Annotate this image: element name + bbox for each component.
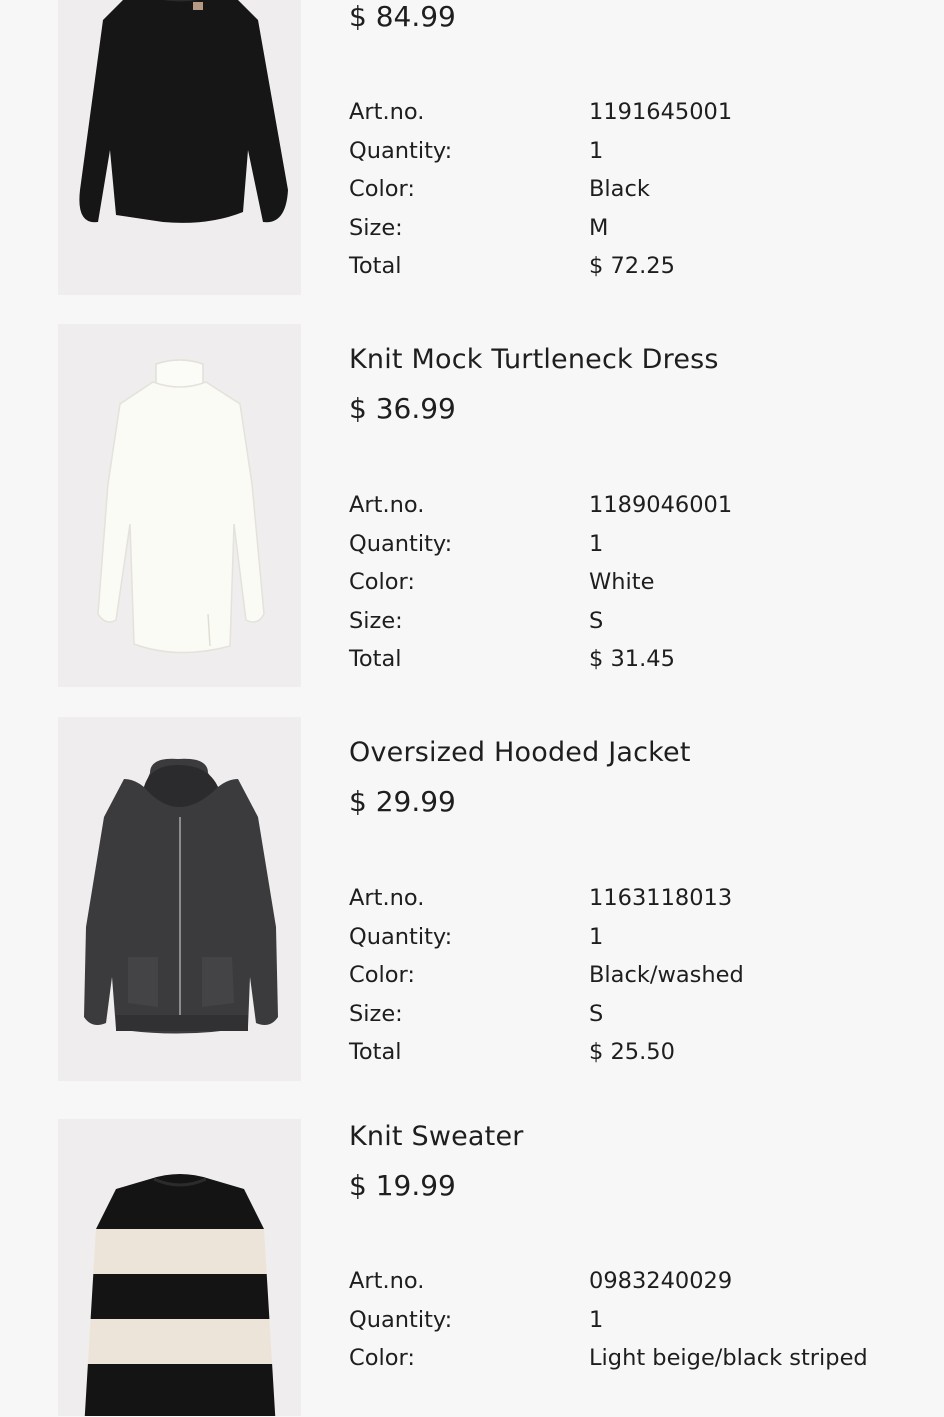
total-label: Total — [349, 1039, 402, 1065]
total-label: Total — [349, 253, 402, 279]
quantity-label: Quantity: — [349, 531, 453, 557]
art-no-value: 0983240029 — [589, 1268, 733, 1294]
quantity-row: Quantity: 1 — [349, 918, 869, 956]
color-value: Light beige/black striped — [589, 1345, 868, 1371]
color-label: Color: — [349, 569, 415, 595]
color-label: Color: — [349, 1345, 415, 1371]
color-row: Color: White — [349, 563, 869, 601]
total-row: Total $ 31.45 — [349, 640, 869, 678]
quantity-row: Quantity: 1 — [349, 1301, 869, 1339]
art-no-label: Art.no. — [349, 492, 425, 518]
size-row: Size: M — [349, 209, 869, 247]
quantity-row: Quantity: 1 — [349, 132, 869, 170]
size-label: Size: — [349, 1001, 403, 1027]
product-image[interactable] — [58, 324, 301, 687]
product-image[interactable] — [58, 0, 301, 295]
art-no-label: Art.no. — [349, 1268, 425, 1294]
total-row: Total $ 72.25 — [349, 247, 869, 285]
size-value: S — [589, 1001, 604, 1027]
art-no-row: Art.no. 0983240029 — [349, 1262, 869, 1300]
item-price: $ 84.99 — [349, 0, 456, 33]
color-value: White — [589, 569, 655, 595]
color-label: Color: — [349, 176, 415, 202]
total-value: $ 31.45 — [589, 646, 675, 672]
quantity-value: 1 — [589, 531, 604, 557]
size-value: S — [589, 608, 604, 634]
color-row: Color: Light beige/black striped — [349, 1339, 869, 1417]
quantity-label: Quantity: — [349, 138, 453, 164]
color-value: Black/washed — [589, 962, 744, 988]
art-no-row: Art.no. 1191645001 — [349, 93, 869, 131]
total-value: $ 25.50 — [589, 1039, 675, 1065]
color-value: Black — [589, 176, 650, 202]
total-label: Total — [349, 646, 402, 672]
item-price: $ 19.99 — [349, 1169, 456, 1202]
product-image[interactable] — [58, 1119, 301, 1416]
size-row: Size: S — [349, 995, 869, 1033]
quantity-value: 1 — [589, 1307, 604, 1333]
quantity-label: Quantity: — [349, 924, 453, 950]
art-no-value: 1163118013 — [589, 885, 733, 911]
art-no-row: Art.no. 1163118013 — [349, 879, 869, 917]
art-no-label: Art.no. — [349, 885, 425, 911]
quantity-value: 1 — [589, 138, 604, 164]
product-image[interactable] — [58, 717, 301, 1081]
item-name[interactable]: Knit Mock Turtleneck Dress — [349, 344, 719, 375]
quantity-row: Quantity: 1 — [349, 525, 869, 563]
color-row: Color: Black/washed — [349, 956, 869, 994]
total-row: Total $ 25.50 — [349, 1033, 869, 1071]
size-label: Size: — [349, 215, 403, 241]
art-no-row: Art.no. 1189046001 — [349, 486, 869, 524]
sweater-image — [58, 0, 301, 295]
quantity-value: 1 — [589, 924, 604, 950]
striped-sweater-image — [58, 1119, 301, 1416]
size-row: Size: S — [349, 602, 869, 640]
dress-image — [58, 324, 301, 687]
art-no-value: 1189046001 — [589, 492, 733, 518]
art-no-value: 1191645001 — [589, 99, 733, 125]
total-value: $ 72.25 — [589, 253, 675, 279]
jacket-image — [58, 717, 301, 1081]
item-price: $ 29.99 — [349, 785, 456, 818]
item-price: $ 36.99 — [349, 392, 456, 425]
item-name[interactable]: Knit Sweater — [349, 1121, 524, 1152]
size-label: Size: — [349, 608, 403, 634]
color-row: Color: Black — [349, 170, 869, 208]
color-label: Color: — [349, 962, 415, 988]
item-name[interactable]: Oversized Hooded Jacket — [349, 737, 691, 768]
art-no-label: Art.no. — [349, 99, 425, 125]
size-value: M — [589, 215, 609, 241]
quantity-label: Quantity: — [349, 1307, 453, 1333]
